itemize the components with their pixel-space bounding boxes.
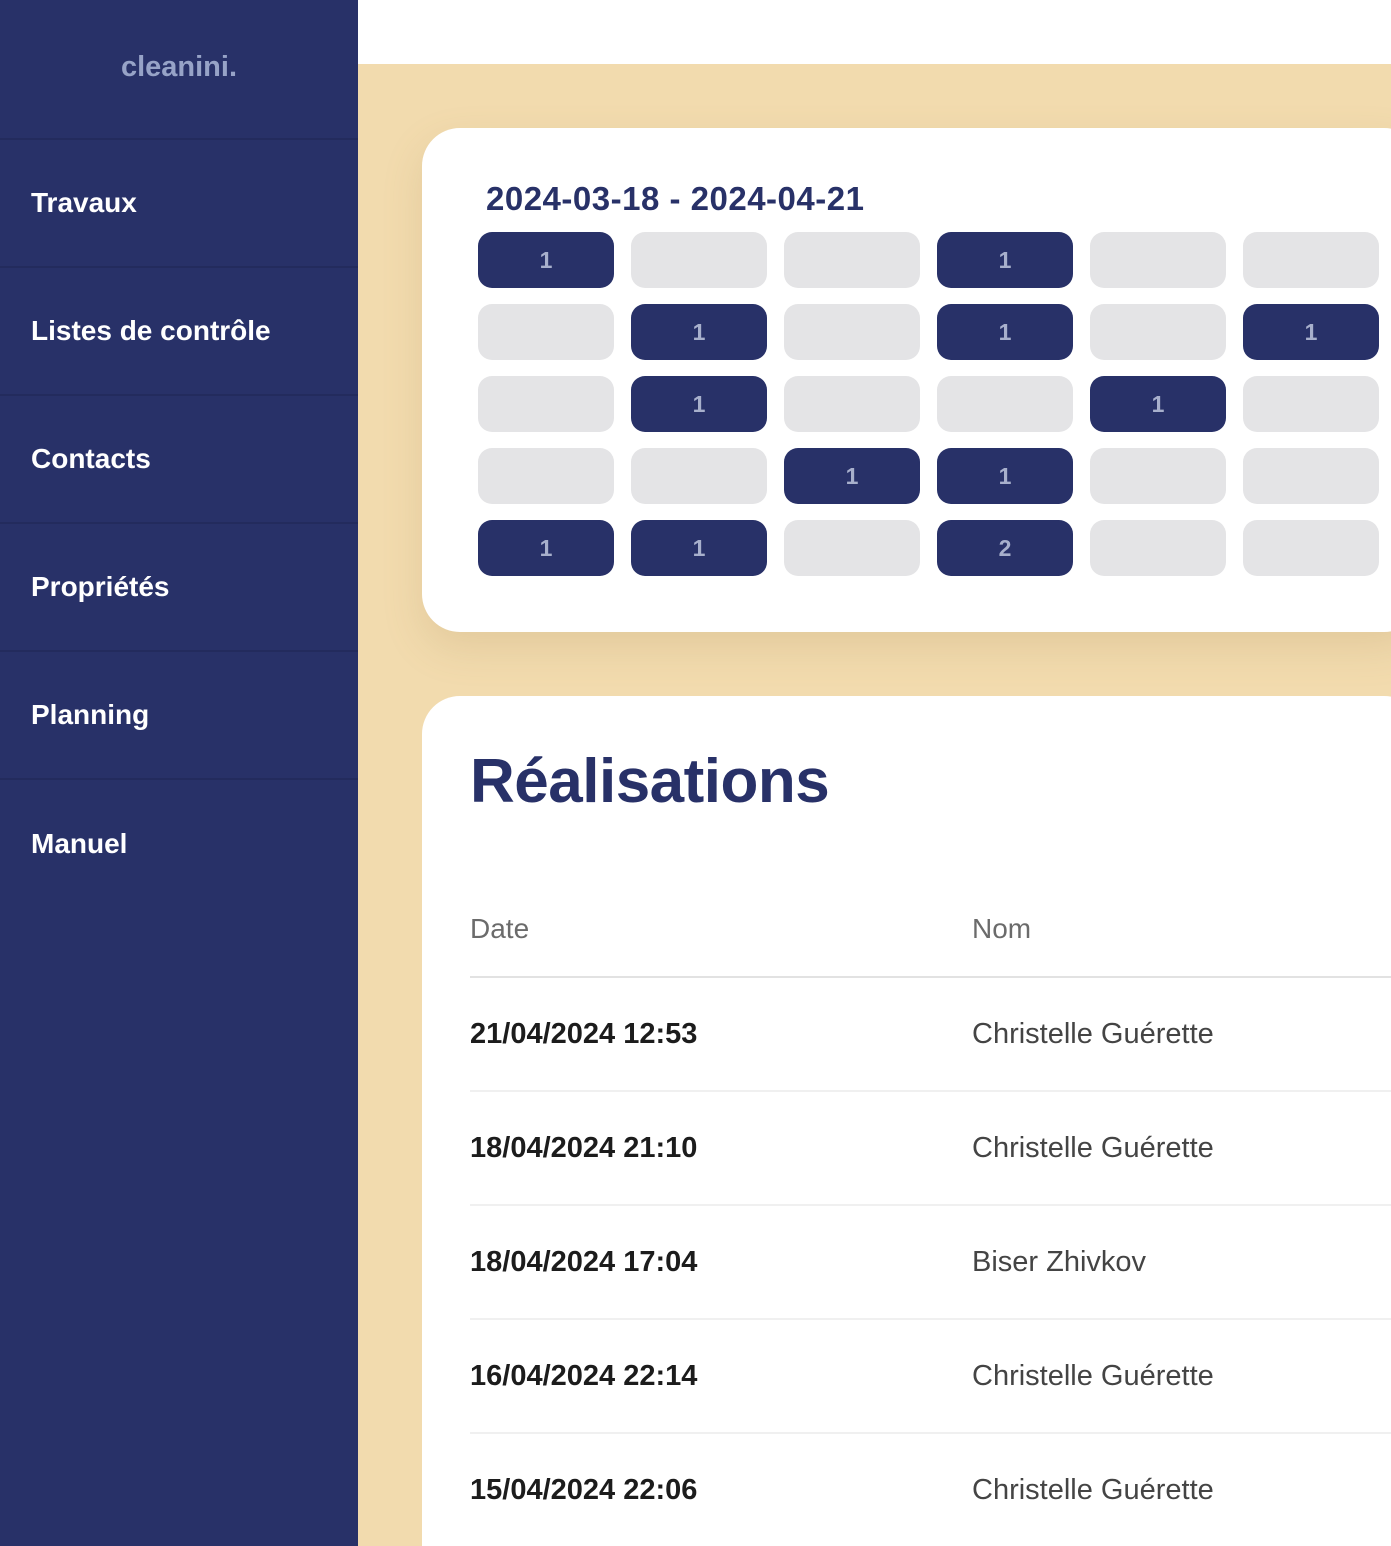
- realisations-card: Réalisations Date Nom 21/04/2024 12:53 C…: [422, 696, 1391, 1546]
- sidebar-item-listes-de-controle[interactable]: Listes de contrôle: [0, 268, 358, 396]
- row-nom: Christelle Guérette: [972, 1359, 1214, 1392]
- calendar-cell[interactable]: 1: [784, 448, 920, 504]
- calendar-cell[interactable]: [631, 232, 767, 288]
- sidebar-item-proprietes[interactable]: Propriétés: [0, 524, 358, 652]
- calendar-cell[interactable]: [478, 448, 614, 504]
- calendar-cell[interactable]: [1243, 232, 1379, 288]
- sidebar: cleanini. Travaux Listes de contrôle Con…: [0, 0, 358, 1546]
- calendar-cell[interactable]: 1: [478, 520, 614, 576]
- calendar-cell[interactable]: [1090, 448, 1226, 504]
- calendar-cell[interactable]: 1: [631, 520, 767, 576]
- calendar-cell[interactable]: 1: [478, 232, 614, 288]
- row-date: 16/04/2024 22:14: [470, 1359, 698, 1392]
- calendar-cell[interactable]: [1243, 520, 1379, 576]
- calendar-cell[interactable]: 1: [631, 376, 767, 432]
- calendar-cell[interactable]: [1090, 520, 1226, 576]
- calendar-cell[interactable]: 1: [937, 232, 1073, 288]
- table-row[interactable]: 18/04/2024 21:10 Christelle Guérette: [470, 1092, 1391, 1206]
- row-date: 21/04/2024 12:53: [470, 1017, 698, 1050]
- sidebar-item-travaux[interactable]: Travaux: [0, 140, 358, 268]
- app-logo[interactable]: cleanini.: [0, 0, 358, 140]
- calendar-cell[interactable]: [1090, 232, 1226, 288]
- table-header: Date Nom: [470, 882, 1391, 978]
- sidebar-item-contacts[interactable]: Contacts: [0, 396, 358, 524]
- main-content: 2024-03-18 - 2024-04-21 1 1 1 1 1 1 1 1 …: [358, 64, 1391, 1546]
- calendar-cell[interactable]: 2: [937, 520, 1073, 576]
- row-date: 18/04/2024 21:10: [470, 1131, 698, 1164]
- column-header-date: Date: [470, 913, 530, 944]
- row-nom: Christelle Guérette: [972, 1017, 1214, 1050]
- row-nom: Biser Zhivkov: [972, 1245, 1147, 1278]
- row-nom: Christelle Guérette: [972, 1131, 1214, 1164]
- sidebar-item-manuel[interactable]: Manuel: [0, 780, 358, 908]
- calendar-cell[interactable]: 1: [1243, 304, 1379, 360]
- calendar-cell[interactable]: [784, 232, 920, 288]
- table-row[interactable]: 21/04/2024 12:53 Christelle Guérette: [470, 978, 1391, 1092]
- column-header-nom: Nom: [972, 913, 1032, 944]
- realisations-table: Date Nom 21/04/2024 12:53 Christelle Gué…: [470, 882, 1391, 1546]
- calendar-date-range: 2024-03-18 - 2024-04-21: [486, 180, 865, 217]
- calendar-card: 2024-03-18 - 2024-04-21 1 1 1 1 1 1 1 1 …: [422, 128, 1391, 632]
- calendar-cell[interactable]: 1: [937, 448, 1073, 504]
- calendar-cell[interactable]: [937, 376, 1073, 432]
- row-date: 18/04/2024 17:04: [470, 1245, 698, 1278]
- calendar-cell[interactable]: [1243, 448, 1379, 504]
- row-date: 15/04/2024 22:06: [470, 1473, 698, 1506]
- table-row[interactable]: 15/04/2024 22:06 Christelle Guérette: [470, 1434, 1391, 1546]
- calendar-cell[interactable]: 1: [1090, 376, 1226, 432]
- calendar-cell[interactable]: [1090, 304, 1226, 360]
- calendar-cell[interactable]: [1243, 376, 1379, 432]
- calendar-cell[interactable]: [478, 304, 614, 360]
- calendar-cell[interactable]: [784, 304, 920, 360]
- row-nom: Christelle Guérette: [972, 1473, 1214, 1506]
- calendar-cell[interactable]: [631, 448, 767, 504]
- calendar-cell[interactable]: [784, 376, 920, 432]
- calendar-cell[interactable]: [478, 376, 614, 432]
- sidebar-item-planning[interactable]: Planning: [0, 652, 358, 780]
- top-bar: [358, 0, 1391, 64]
- calendar-cell[interactable]: [784, 520, 920, 576]
- calendar-grid: 1 1 1 1 1 1 1 1 1 1 1 2: [478, 232, 1379, 576]
- table-row[interactable]: 16/04/2024 22:14 Christelle Guérette: [470, 1320, 1391, 1434]
- calendar-cell[interactable]: 1: [937, 304, 1073, 360]
- calendar-cell[interactable]: 1: [631, 304, 767, 360]
- realisations-title: Réalisations: [470, 747, 830, 816]
- table-row[interactable]: 18/04/2024 17:04 Biser Zhivkov: [470, 1206, 1391, 1320]
